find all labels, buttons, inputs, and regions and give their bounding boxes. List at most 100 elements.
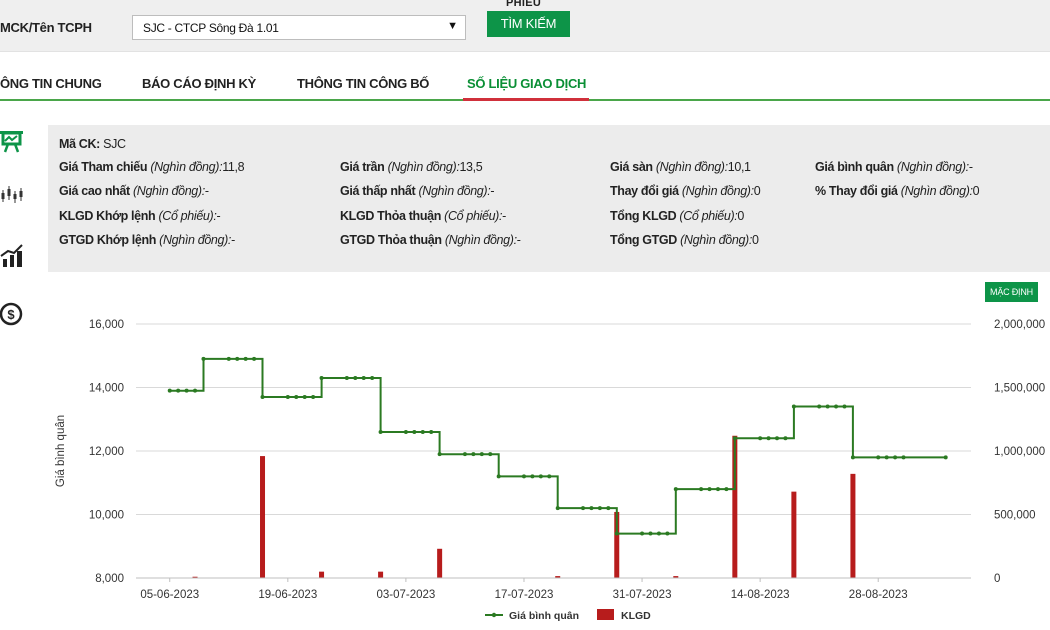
price-point[interactable]: [370, 375, 375, 380]
info-high-price: Giá cao nhất (Nghìn đồng):-: [59, 184, 209, 198]
price-point[interactable]: [319, 375, 324, 380]
price-point[interactable]: [471, 452, 476, 457]
price-point[interactable]: [758, 436, 763, 441]
info-ref-price: Giá Tham chiếu (Nghìn đồng):11,8: [59, 160, 245, 174]
price-point[interactable]: [665, 531, 670, 536]
price-point[interactable]: [429, 429, 434, 434]
candlestick-icon[interactable]: [0, 182, 30, 210]
price-point[interactable]: [420, 429, 425, 434]
stock-info-panel: Mã CK: SJC Giá Tham chiếu (Nghìn đồng):1…: [48, 125, 1050, 272]
price-point[interactable]: [724, 487, 729, 492]
top-cut-label: PHIẾU: [506, 0, 542, 9]
dollar-circle-icon[interactable]: $: [0, 300, 30, 328]
price-point[interactable]: [656, 531, 661, 536]
price-point[interactable]: [732, 436, 737, 441]
bar-line-chart-icon[interactable]: [0, 242, 30, 270]
tab-general-info[interactable]: ÔNG TIN CHUNG: [0, 76, 102, 91]
price-point[interactable]: [302, 395, 307, 400]
price-point[interactable]: [943, 455, 948, 460]
price-point[interactable]: [294, 395, 299, 400]
price-point[interactable]: [167, 388, 172, 393]
price-point[interactable]: [817, 404, 822, 409]
price-point[interactable]: [361, 375, 366, 380]
price-point[interactable]: [850, 455, 855, 460]
y-right-tick-label: 1,000,000: [994, 446, 1045, 458]
price-point[interactable]: [597, 506, 602, 511]
price-point[interactable]: [437, 452, 442, 457]
legend-price-label[interactable]: Giá bình quân: [509, 610, 579, 622]
price-point[interactable]: [834, 404, 839, 409]
price-point[interactable]: [488, 452, 493, 457]
price-point[interactable]: [606, 506, 611, 511]
price-point[interactable]: [184, 388, 189, 393]
board-chart-icon[interactable]: [0, 128, 30, 156]
price-point[interactable]: [648, 531, 653, 536]
y-left-tick-label: 12,000: [89, 446, 124, 458]
volume-bar[interactable]: [378, 571, 384, 578]
volume-bar[interactable]: [791, 491, 797, 578]
price-point[interactable]: [530, 474, 535, 479]
price-point[interactable]: [555, 506, 560, 511]
price-point[interactable]: [479, 452, 484, 457]
info-total-value: Tổng GTGD (Nghìn đồng):0: [610, 233, 759, 247]
volume-bar[interactable]: [260, 456, 266, 578]
price-point[interactable]: [496, 474, 501, 479]
price-point[interactable]: [640, 531, 645, 536]
price-point[interactable]: [201, 356, 206, 361]
volume-bar[interactable]: [437, 548, 443, 578]
tab-periodic-report[interactable]: BÁO CÁO ĐỊNH KỲ: [142, 76, 256, 91]
price-point[interactable]: [775, 436, 780, 441]
tab-disclosure-info[interactable]: THÔNG TIN CÔNG BỐ: [297, 76, 429, 91]
price-point[interactable]: [783, 436, 788, 441]
price-point[interactable]: [176, 388, 181, 393]
price-point[interactable]: [353, 375, 358, 380]
price-point[interactable]: [344, 375, 349, 380]
price-point[interactable]: [226, 356, 231, 361]
price-point[interactable]: [842, 404, 847, 409]
price-point[interactable]: [581, 506, 586, 511]
price-point[interactable]: [766, 436, 771, 441]
price-point[interactable]: [547, 474, 552, 479]
tab-trading-data[interactable]: SỐ LIỆU GIAO DỊCH: [467, 76, 586, 91]
price-point[interactable]: [589, 506, 594, 511]
price-point[interactable]: [378, 429, 383, 434]
price-point[interactable]: [521, 474, 526, 479]
active-tab-underline: [463, 98, 589, 101]
price-point[interactable]: [235, 356, 240, 361]
price-point[interactable]: [715, 487, 720, 492]
legend-volume-label[interactable]: KLGD: [621, 610, 651, 622]
volume-bar[interactable]: [850, 473, 856, 578]
price-point[interactable]: [193, 388, 198, 393]
search-button[interactable]: TÌM KIẾM: [487, 11, 570, 37]
price-point[interactable]: [285, 395, 290, 400]
volume-bar[interactable]: [319, 571, 325, 578]
price-point[interactable]: [884, 455, 889, 460]
price-point[interactable]: [252, 356, 257, 361]
price-point[interactable]: [403, 429, 408, 434]
price-point[interactable]: [699, 487, 704, 492]
price-point[interactable]: [243, 356, 248, 361]
y-axis-title: Giá bình quân: [55, 415, 67, 487]
price-point[interactable]: [893, 455, 898, 460]
x-tick-label: 28-08-2023: [849, 589, 908, 601]
price-point[interactable]: [538, 474, 543, 479]
stock-select[interactable]: SJC - CTCP Sông Đà 1.01 ▼: [132, 15, 466, 40]
price-point[interactable]: [260, 395, 265, 400]
price-point[interactable]: [311, 395, 316, 400]
y-left-tick-label: 8,000: [95, 573, 124, 585]
stock-select-value: SJC - CTCP Sông Đà 1.01: [143, 21, 279, 35]
y-right-tick-label: 0: [994, 573, 1000, 585]
info-negotiated-volume: KLGD Thỏa thuận (Cổ phiếu):-: [340, 209, 506, 223]
price-point[interactable]: [791, 404, 796, 409]
price-point[interactable]: [412, 429, 417, 434]
price-point[interactable]: [901, 455, 906, 460]
price-point[interactable]: [876, 455, 881, 460]
price-point[interactable]: [707, 487, 712, 492]
stock-code: Mã CK: SJC: [59, 137, 126, 151]
price-point[interactable]: [673, 487, 678, 492]
price-point[interactable]: [462, 452, 467, 457]
price-point[interactable]: [825, 404, 830, 409]
price-point[interactable]: [614, 531, 619, 536]
y-right-tick-label: 1,500,000: [994, 383, 1045, 395]
default-view-button[interactable]: MẶC ĐỊNH: [985, 282, 1038, 302]
